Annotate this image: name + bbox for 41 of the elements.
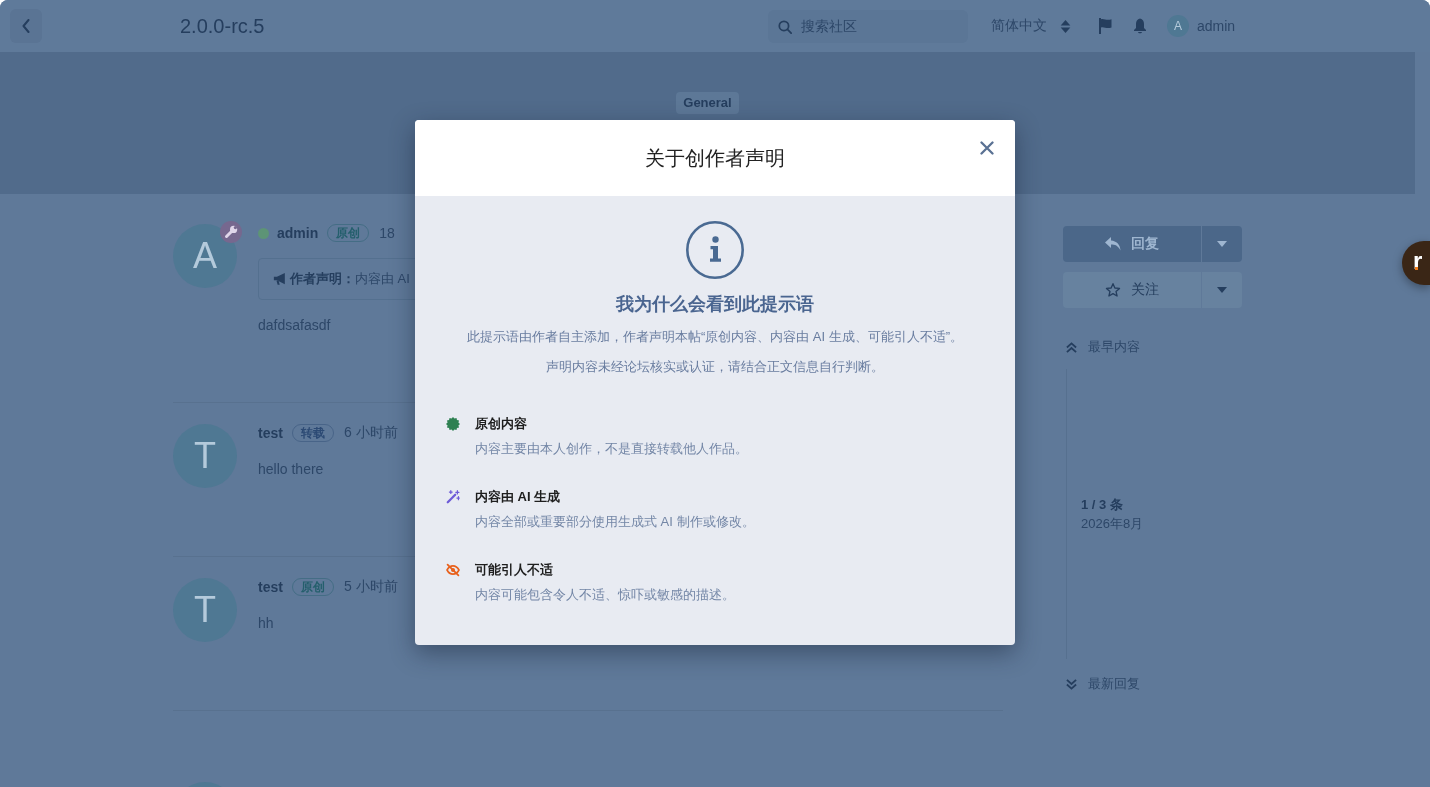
double-chevron-up-icon xyxy=(1066,341,1077,353)
dialog-heading: 我为什么会看到此提示语 xyxy=(616,293,814,316)
forum-title[interactable]: 2.0.0-rc.5 xyxy=(180,14,265,37)
follow-button[interactable]: 关注 xyxy=(1063,272,1201,308)
follow-menu-button[interactable] xyxy=(1202,272,1242,308)
user-avatar[interactable]: T xyxy=(173,578,237,642)
caret-down-icon xyxy=(1217,287,1227,293)
declaration-title: 可能引人不适 xyxy=(475,561,554,579)
info-icon xyxy=(686,221,744,279)
scrubber-position: 1 / 3 条 xyxy=(1081,496,1123,514)
declaration-description: 内容主要由本人创作，不是直接转载他人作品。 xyxy=(475,440,748,458)
author-name[interactable]: test xyxy=(258,425,283,441)
back-button[interactable] xyxy=(10,9,42,43)
dialog-text: 此提示语由作者自主添加，作者声明本帖“原创内容、内容由 AI 生成、可能引人不适”。 xyxy=(466,328,964,346)
user-avatar[interactable]: T xyxy=(173,424,237,488)
star-icon xyxy=(1105,282,1121,298)
chevron-left-icon xyxy=(22,19,30,33)
caret-down-icon xyxy=(1217,241,1227,247)
author-name[interactable]: test xyxy=(258,579,283,595)
author-name[interactable]: admin xyxy=(277,225,319,241)
search-icon xyxy=(778,19,792,34)
declaration-title: 原创内容 xyxy=(475,415,528,433)
user-avatar[interactable]: A xyxy=(173,224,237,288)
user-avatar: A xyxy=(1167,15,1189,37)
flag-icon xyxy=(1098,18,1112,34)
reply-button[interactable]: 回复 xyxy=(1063,226,1201,262)
dialog-text: 声明内容未经论坛核实或认证，请结合正文信息自行判断。 xyxy=(546,358,884,376)
notifications-button[interactable] xyxy=(1133,18,1147,34)
sort-caret-icon xyxy=(1060,18,1071,34)
category-tag[interactable]: General xyxy=(676,92,739,114)
bell-icon xyxy=(1133,18,1147,34)
reply-menu-button[interactable] xyxy=(1202,226,1242,262)
reply-arrow-icon xyxy=(1105,237,1121,251)
declaration-description: 内容可能包含令人不适、惊吓或敏感的描述。 xyxy=(475,586,735,604)
declaration-description: 内容全部或重要部分使用生成式 AI 制作或修改。 xyxy=(475,513,755,531)
dialog-title: 关于创作者声明 xyxy=(645,146,785,171)
declaration-title: 内容由 AI 生成 xyxy=(475,488,562,506)
megaphone-icon xyxy=(273,272,287,286)
flag-button[interactable] xyxy=(1098,18,1112,34)
double-chevron-down-icon xyxy=(1066,678,1077,690)
close-icon xyxy=(980,141,994,155)
